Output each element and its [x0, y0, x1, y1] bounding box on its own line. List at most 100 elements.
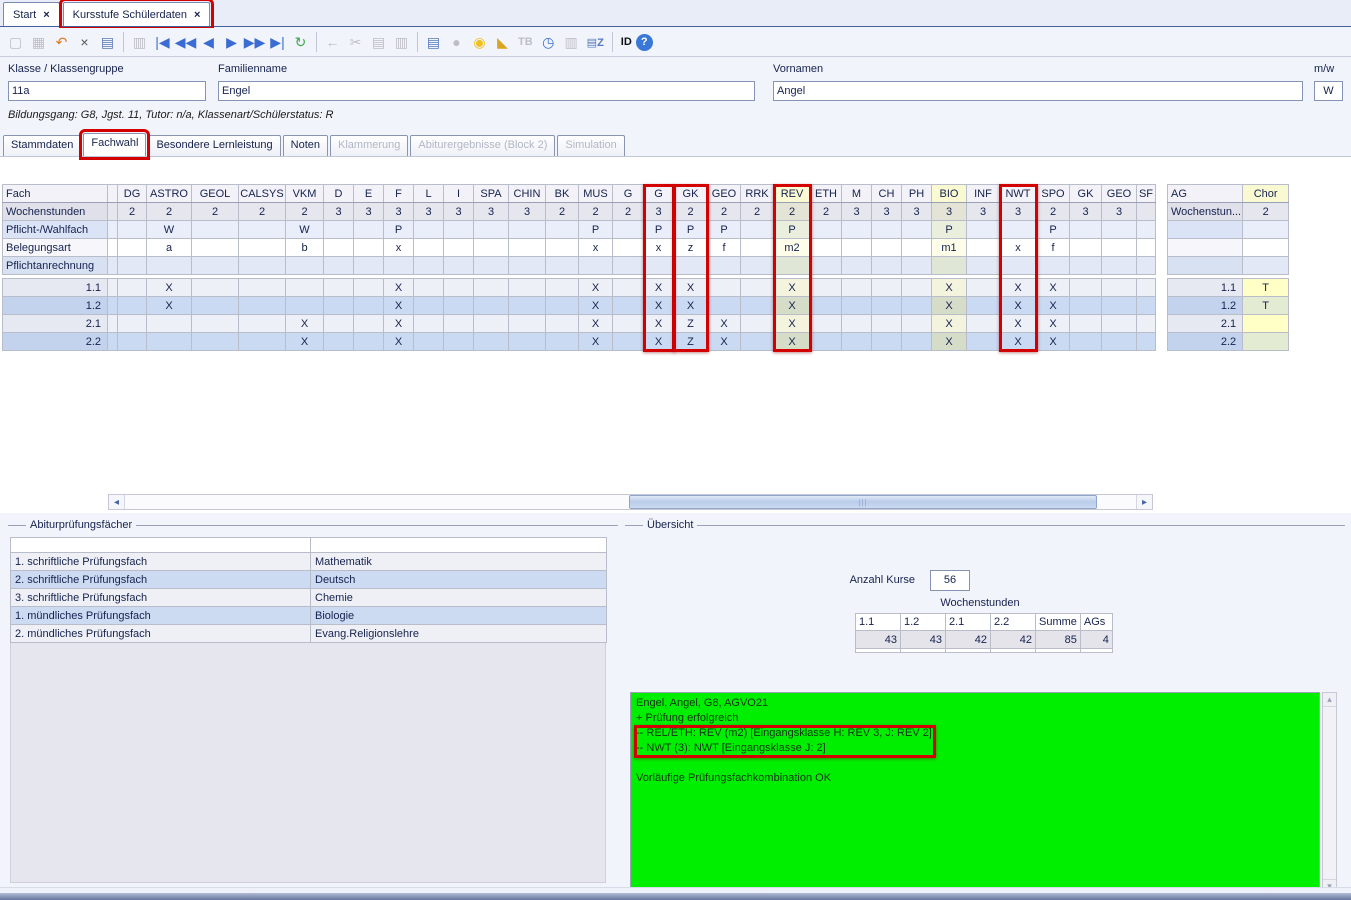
grid-cell[interactable]	[191, 296, 239, 315]
grid-cell[interactable]	[841, 278, 872, 297]
grid-cell[interactable]: x	[383, 238, 414, 257]
grid-cell[interactable]: X	[707, 332, 741, 351]
grid-cell[interactable]: X	[999, 314, 1037, 333]
grid-cell[interactable]	[238, 220, 286, 239]
grid-cell[interactable]	[285, 296, 324, 315]
grid-cell[interactable]	[117, 314, 147, 333]
grid-cell[interactable]: f	[1036, 238, 1070, 257]
grid-cell[interactable]	[871, 256, 902, 275]
close-icon[interactable]: ×	[43, 9, 49, 21]
ag-cell[interactable]	[1242, 220, 1290, 239]
grid-cell[interactable]	[1069, 296, 1102, 315]
grid-cell[interactable]: 3	[999, 202, 1037, 221]
first-record-icon[interactable]: |◀	[151, 31, 174, 54]
grid-cell[interactable]: P	[673, 220, 708, 239]
grid-cell[interactable]	[966, 238, 1000, 257]
grid-cell[interactable]: X	[383, 296, 414, 315]
grid-cell[interactable]	[473, 314, 509, 333]
grid-cell[interactable]	[871, 314, 902, 333]
grid-cell[interactable]	[1136, 296, 1156, 315]
grid-cell[interactable]: x	[578, 238, 613, 257]
grid-cell[interactable]: 2	[545, 202, 579, 221]
prev-record-icon[interactable]: ◀	[197, 31, 220, 54]
grid-cell[interactable]	[740, 332, 774, 351]
grid-cell[interactable]	[612, 220, 644, 239]
grid-cell[interactable]	[473, 256, 509, 275]
grid-cell[interactable]	[1136, 202, 1156, 221]
grid-cell[interactable]	[191, 314, 239, 333]
grid-cell[interactable]	[353, 314, 384, 333]
grid-cell[interactable]: X	[931, 332, 967, 351]
grid-cell[interactable]	[191, 278, 239, 297]
grid-cell[interactable]	[117, 278, 147, 297]
grid-cell[interactable]: 2	[612, 202, 644, 221]
grid-cell[interactable]	[107, 256, 118, 275]
grid-cell[interactable]: 2	[707, 202, 741, 221]
grid-cell[interactable]	[117, 332, 147, 351]
grid-cell[interactable]: x	[999, 238, 1037, 257]
grid-cell[interactable]: X	[707, 314, 741, 333]
geschlecht-input[interactable]	[1314, 81, 1343, 101]
grid-cell[interactable]	[473, 238, 509, 257]
grid-cell[interactable]	[966, 278, 1000, 297]
grid-cell[interactable]: X	[773, 296, 811, 315]
clock-icon[interactable]: ◷	[537, 31, 560, 54]
grid-cell[interactable]: 2	[285, 202, 324, 221]
grid-cell[interactable]	[931, 256, 967, 275]
abitur-row-value[interactable]: Mathematik	[310, 552, 607, 571]
grid-cell[interactable]	[508, 256, 546, 275]
grid-cell[interactable]: P	[1036, 220, 1070, 239]
grid-cell[interactable]	[443, 314, 474, 333]
grid-cell[interactable]	[740, 314, 774, 333]
grid-cell[interactable]	[841, 220, 872, 239]
grid-cell[interactable]: X	[285, 314, 324, 333]
grid-cell[interactable]	[353, 256, 384, 275]
grid-cell[interactable]	[443, 278, 474, 297]
grid-cell[interactable]	[901, 238, 932, 257]
grid-cell[interactable]	[810, 296, 842, 315]
grid-cell[interactable]	[473, 332, 509, 351]
grid-cell[interactable]	[810, 314, 842, 333]
ag-cell[interactable]	[1242, 256, 1290, 275]
grid-cell[interactable]	[107, 332, 118, 351]
grid-cell[interactable]: X	[673, 296, 708, 315]
grid-cell[interactable]	[508, 332, 546, 351]
grid-cell[interactable]	[285, 278, 324, 297]
grid-cell[interactable]	[238, 332, 286, 351]
grid-cell[interactable]	[901, 256, 932, 275]
grid-cell[interactable]: b	[285, 238, 324, 257]
grid-cell[interactable]	[643, 256, 674, 275]
grid-cell[interactable]	[612, 238, 644, 257]
grid-cell[interactable]	[810, 238, 842, 257]
grid-cell[interactable]	[238, 256, 286, 275]
grid-cell[interactable]: X	[773, 314, 811, 333]
grid-cell[interactable]: X	[578, 296, 613, 315]
help-icon[interactable]: ?	[635, 33, 653, 51]
grid-cell[interactable]	[871, 220, 902, 239]
tab-noten[interactable]: Noten	[282, 135, 329, 156]
grid-cell[interactable]	[383, 256, 414, 275]
grid-cell[interactable]	[238, 238, 286, 257]
grid-cell[interactable]: 2	[773, 202, 811, 221]
grid-cell[interactable]	[545, 314, 579, 333]
grid-cell[interactable]: 2	[117, 202, 147, 221]
grid-cell[interactable]: X	[578, 278, 613, 297]
grid-cell[interactable]	[323, 256, 354, 275]
grid-cell[interactable]	[545, 256, 579, 275]
document-tab-start[interactable]: Start ×	[3, 2, 60, 26]
grid-cell[interactable]	[1069, 332, 1102, 351]
grid-cell[interactable]: P	[773, 220, 811, 239]
refresh-icon[interactable]: ↻	[289, 31, 312, 54]
grid-cell[interactable]	[612, 278, 644, 297]
fast-next-record-icon[interactable]: ▶▶	[243, 31, 266, 54]
grid-cell[interactable]	[413, 314, 444, 333]
grid-cell[interactable]: P	[643, 220, 674, 239]
grid-cell[interactable]: 2	[578, 202, 613, 221]
grid-cell[interactable]	[146, 314, 192, 333]
grid-cell[interactable]	[612, 332, 644, 351]
grid-cell[interactable]: 3	[1101, 202, 1137, 221]
grid-cell[interactable]: X	[578, 314, 613, 333]
ag-cell[interactable]: T	[1242, 296, 1290, 315]
grid-cell[interactable]	[1136, 238, 1156, 257]
grid-cell[interactable]	[1136, 220, 1156, 239]
